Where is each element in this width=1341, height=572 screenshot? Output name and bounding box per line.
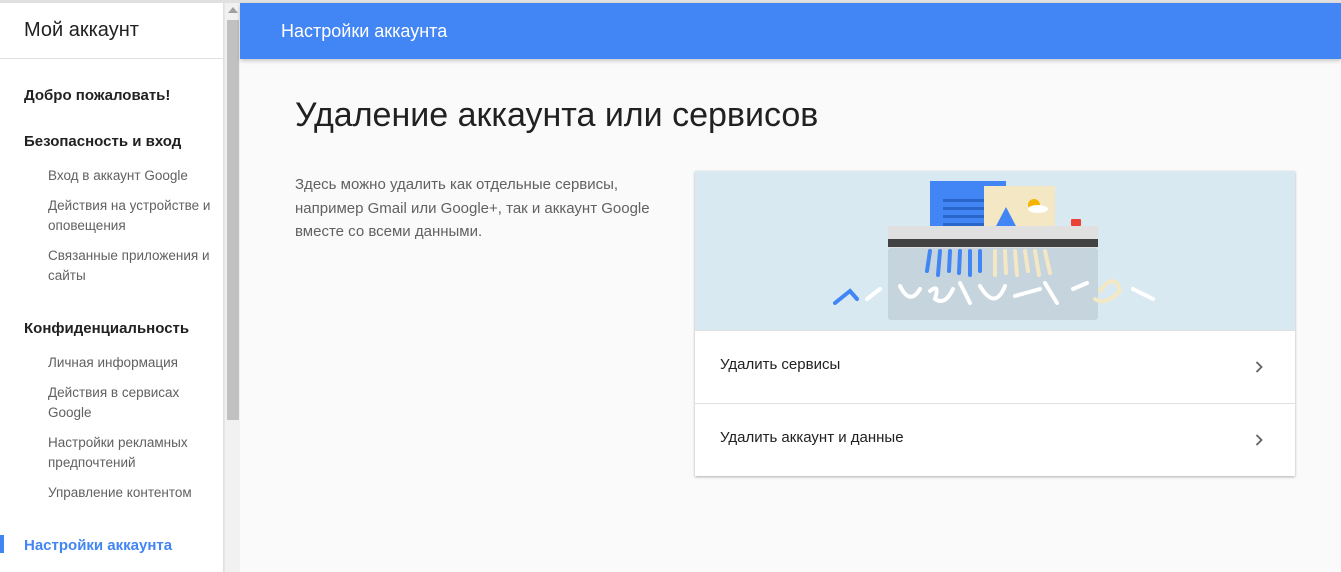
sidebar-item-device-activity[interactable]: Действия на устройстве и оповещения xyxy=(48,196,223,236)
sidebar-scrollbar[interactable] xyxy=(224,3,240,572)
shredder-illustration xyxy=(695,171,1295,331)
delete-options-card: Удалить сервисы Удалить аккаунт и данные xyxy=(695,171,1295,476)
page-title: Удаление аккаунта или сервисов xyxy=(295,96,819,134)
delete-account-row[interactable]: Удалить аккаунт и данные xyxy=(695,403,1295,476)
sidebar-item-service-activity[interactable]: Действия в сервисах Google xyxy=(48,383,223,423)
sidebar-item-content-control[interactable]: Управление контентом xyxy=(48,483,223,503)
scrollbar-thumb[interactable] xyxy=(227,20,239,420)
app-header: Настройки аккаунта xyxy=(240,3,1341,59)
sidebar-item-account-settings[interactable]: Настройки аккаунта xyxy=(24,537,172,554)
sidebar-heading-privacy[interactable]: Конфиденциальность xyxy=(24,320,189,337)
delete-services-row[interactable]: Удалить сервисы xyxy=(695,330,1295,403)
sidebar-item-google-signin[interactable]: Вход в аккаунт Google xyxy=(48,166,223,186)
chevron-right-icon xyxy=(1255,434,1263,446)
page-description: Здесь можно удалить как отдельные сервис… xyxy=(295,176,650,240)
sidebar-heading-security[interactable]: Безопасность и вход xyxy=(24,133,181,150)
sidebar-item-connected-apps[interactable]: Связанные приложения и сайты xyxy=(48,246,223,286)
sidebar-item-personal-info[interactable]: Личная информация xyxy=(48,353,223,373)
header-title: Настройки аккаунта xyxy=(281,21,448,41)
scroll-up-arrow-icon[interactable] xyxy=(228,7,238,13)
shredder-image xyxy=(833,181,1155,320)
sidebar-title: Мой аккаунт xyxy=(0,3,223,59)
sidebar: Мой аккаунт Добро пожаловать! Безопаснос… xyxy=(0,3,224,572)
sidebar-item-welcome[interactable]: Добро пожаловать! xyxy=(24,87,170,104)
chevron-right-icon xyxy=(1255,361,1263,373)
active-indicator xyxy=(0,535,4,553)
sidebar-item-ad-settings[interactable]: Настройки рекламных предпочтений xyxy=(48,433,223,473)
delete-services-label: Удалить сервисы xyxy=(720,356,841,373)
delete-account-label: Удалить аккаунт и данные xyxy=(720,429,904,446)
